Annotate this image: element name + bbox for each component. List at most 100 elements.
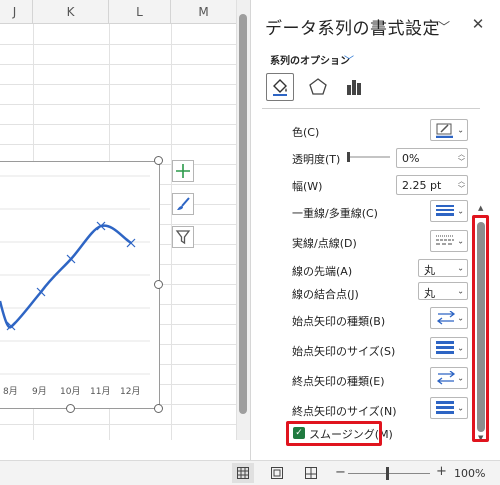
page-layout-icon xyxy=(271,467,283,479)
pane-title: データ系列の書式設定 xyxy=(265,19,440,39)
chevron-down-icon[interactable]: ⌄ xyxy=(457,374,464,383)
x-tick-label: 11月 xyxy=(90,387,111,397)
chevron-down-icon[interactable]: ⌄ xyxy=(457,207,464,216)
zoom-out-icon[interactable]: − xyxy=(335,465,346,480)
series-options-tab[interactable] xyxy=(340,73,368,101)
dash-lines-icon xyxy=(436,235,454,245)
x-tick-label: 8月 xyxy=(3,387,18,397)
chevron-down-icon[interactable]: ﹀ xyxy=(438,18,450,35)
brush-icon xyxy=(177,197,190,210)
grid-line xyxy=(0,44,236,45)
series-line xyxy=(0,224,132,329)
column-header-bar: J K L M xyxy=(0,0,236,24)
cap-type-label: 線の先端(A) xyxy=(292,265,353,278)
arrow-type-icon xyxy=(436,311,456,325)
fill-line-tab[interactable] xyxy=(266,73,294,101)
spin-up-icon[interactable]: ︿ xyxy=(458,178,465,185)
resize-handle[interactable] xyxy=(66,404,75,413)
series-options-dropdown[interactable]: 系列のオプション xyxy=(270,52,350,67)
sheet-scroll-thumb[interactable] xyxy=(239,14,247,414)
page-break-view-button[interactable] xyxy=(300,463,322,483)
end-arrow-type-label: 終点矢印の種類(E) xyxy=(292,375,385,388)
filter-icon xyxy=(175,230,191,245)
transparency-input[interactable]: 0% ︿ ﹀ xyxy=(396,148,468,168)
color-label: 色(C) xyxy=(292,126,320,139)
page-break-icon xyxy=(305,467,317,479)
grid-icon xyxy=(237,467,249,479)
resize-handle[interactable] xyxy=(154,156,163,165)
arrow-type-icon xyxy=(436,371,456,385)
chevron-down-icon[interactable]: ⌄ xyxy=(457,344,464,353)
arrow-size-icon xyxy=(436,401,454,414)
close-icon[interactable]: ✕ xyxy=(470,15,486,33)
scroll-up-icon[interactable]: ▲ xyxy=(478,204,483,212)
divider xyxy=(262,108,480,109)
dash-type-dropdown[interactable]: ⌄ xyxy=(430,230,468,252)
chevron-down-icon[interactable]: ⌄ xyxy=(457,287,464,296)
end-arrow-type-dropdown[interactable]: ⌄ xyxy=(430,367,468,389)
x-tick-label: 9月 xyxy=(32,387,47,397)
transparency-value: 0% xyxy=(402,152,420,165)
cap-type-dropdown[interactable]: 丸 ⌄ xyxy=(418,259,468,277)
grid-line xyxy=(0,424,236,425)
spin-down-icon[interactable]: ﹀ xyxy=(458,159,465,166)
column-header-m[interactable]: M xyxy=(171,0,236,24)
highlight-box xyxy=(286,421,382,446)
chevron-down-icon[interactable]: ⌄ xyxy=(457,404,464,413)
zoom-level[interactable]: 100% xyxy=(454,467,485,480)
spin-down-icon[interactable]: ﹀ xyxy=(458,186,465,193)
chart-styles-button[interactable] xyxy=(172,193,194,215)
begin-arrow-type-dropdown[interactable]: ⌄ xyxy=(430,307,468,329)
grid-line xyxy=(0,104,236,105)
end-arrow-size-label: 終点矢印のサイズ(N) xyxy=(292,405,397,418)
zoom-slider[interactable] xyxy=(348,473,430,474)
compound-lines-icon xyxy=(436,205,454,216)
transparency-label: 透明度(T) xyxy=(292,153,341,166)
compound-type-dropdown[interactable]: ⌄ xyxy=(430,200,468,222)
normal-view-button[interactable] xyxy=(232,463,254,483)
x-tick-label: 10月 xyxy=(60,387,81,397)
grid-line xyxy=(0,64,236,65)
column-header-l[interactable]: L xyxy=(109,0,171,24)
chevron-down-icon[interactable]: ⌄ xyxy=(457,264,464,273)
grid-line xyxy=(0,124,236,125)
begin-arrow-size-dropdown[interactable]: ⌄ xyxy=(430,337,468,359)
join-type-label: 線の結合点(J) xyxy=(292,288,359,301)
arrow-size-icon xyxy=(436,341,454,354)
chart-filters-button[interactable] xyxy=(172,226,194,248)
zoom-in-icon[interactable]: + xyxy=(436,464,447,479)
transparency-slider[interactable] xyxy=(346,150,390,164)
spin-up-icon[interactable]: ︿ xyxy=(458,151,465,158)
join-type-value: 丸 xyxy=(424,287,435,300)
column-header-k[interactable]: K xyxy=(33,0,109,24)
chevron-down-icon[interactable]: ⌄ xyxy=(457,126,464,135)
resize-handle[interactable] xyxy=(154,280,163,289)
worksheet-grid[interactable]: J K L M 8月 9月 10月 11月 12月 xyxy=(0,0,236,440)
pen-color-icon xyxy=(436,123,453,138)
dash-type-label: 実線/点線(D) xyxy=(292,237,357,250)
begin-arrow-size-label: 始点矢印のサイズ(S) xyxy=(292,345,396,358)
resize-handle[interactable] xyxy=(154,404,163,413)
highlight-box xyxy=(472,215,489,442)
width-label: 幅(W) xyxy=(292,180,323,193)
join-type-dropdown[interactable]: 丸 ⌄ xyxy=(418,282,468,300)
effects-tab[interactable] xyxy=(304,73,332,101)
compound-type-label: 一重線/多重線(C) xyxy=(292,207,378,220)
begin-arrow-type-label: 始点矢印の種類(B) xyxy=(292,315,386,328)
page-layout-view-button[interactable] xyxy=(266,463,288,483)
end-arrow-size-dropdown[interactable]: ⌄ xyxy=(430,397,468,419)
column-header-j[interactable]: J xyxy=(0,0,33,24)
chart-plot-area xyxy=(0,175,150,375)
chevron-down-icon[interactable]: ⌄ xyxy=(457,237,464,246)
zoom-slider-knob[interactable] xyxy=(386,467,389,480)
chevron-down-icon[interactable]: ⌄ xyxy=(457,314,464,323)
chevron-down-icon[interactable]: ﹀ xyxy=(344,52,354,67)
x-tick-label: 12月 xyxy=(120,387,141,397)
width-input[interactable]: 2.25 pt ︿ ﹀ xyxy=(396,175,468,195)
plus-icon xyxy=(176,164,190,178)
chart-elements-button[interactable] xyxy=(172,160,194,182)
width-value: 2.25 pt xyxy=(402,179,442,192)
pentagon-icon xyxy=(309,78,327,95)
grid-line xyxy=(0,144,236,145)
color-picker[interactable]: ⌄ xyxy=(430,119,468,141)
